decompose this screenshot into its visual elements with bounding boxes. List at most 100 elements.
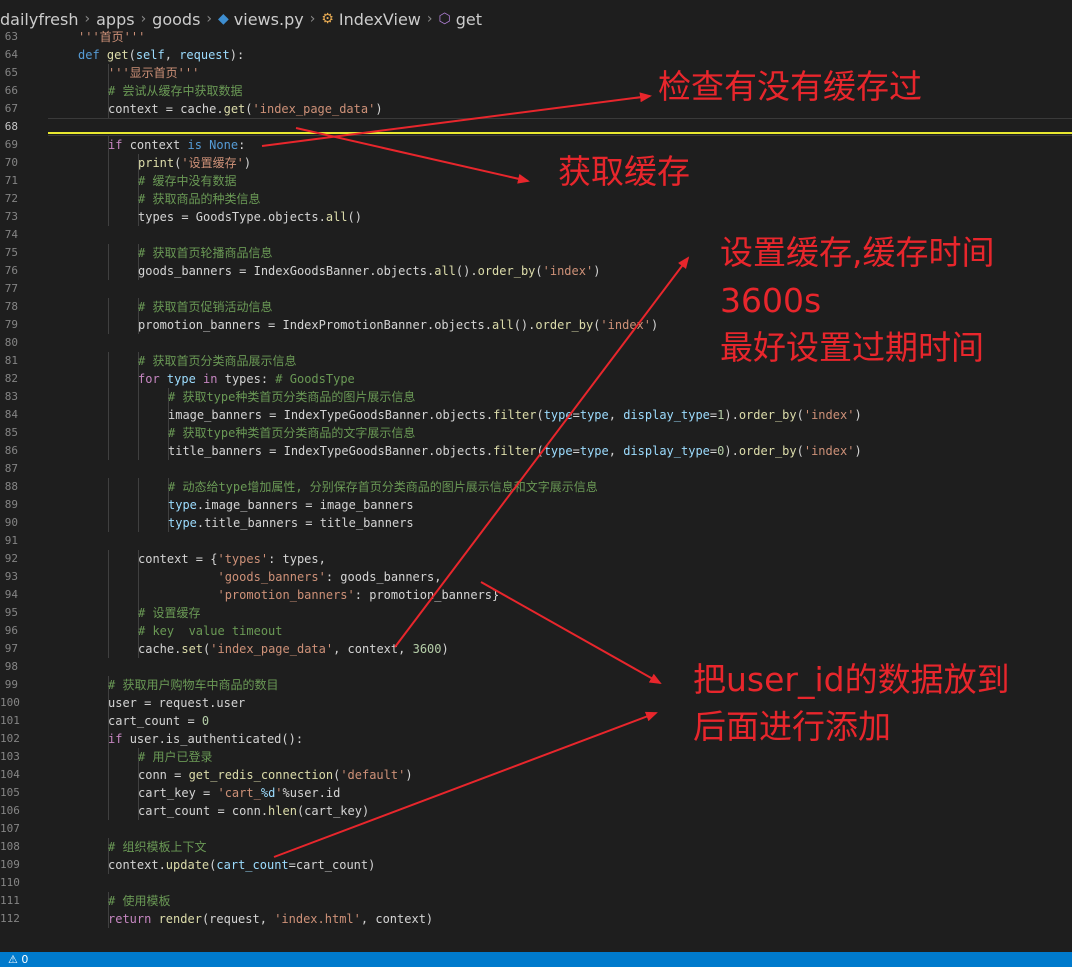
code-line[interactable]: 86 title_banners = IndexTypeGoodsBanner.o… [0,442,1072,460]
code-token: .image_banners = image_banners [196,498,414,512]
code-token: set [181,642,204,656]
code-token: 'index' [542,264,594,278]
code-token: all [434,264,456,278]
code-token: (cart_key) [296,804,370,818]
breadcrumb-item[interactable]: ◆ views.py [218,10,304,29]
code-line[interactable]: 83 # 获取type种类首页分类商品的图片展示信息 [0,388,1072,406]
code-editor[interactable]: 63 '''首页''' 64 def get(self, request): 65 '''… [0,28,1072,952]
code-token: , [608,444,624,458]
code-line[interactable]: 85 # 获取type种类首页分类商品的文字展示信息 [0,424,1072,442]
line-number: 100 [0,696,20,709]
code-token: ( [796,408,804,422]
line-number: 64 [4,48,18,61]
code-line[interactable]: 94 'promotion_banners': promotion_banner… [0,586,1072,604]
code-text: for type in types: # GoodsType [138,370,355,388]
code-token: 'promotion_banners' [217,588,355,602]
line-number: 80 [4,336,18,349]
code-text: return render(request, 'index.html', con… [108,910,433,928]
code-line[interactable]: 91 [0,532,1072,550]
code-line[interactable]: 112 return render(request, 'index.html', … [0,910,1072,928]
code-line[interactable]: 97 cache.set('index_page_data', context, … [0,640,1072,658]
code-line[interactable]: 71 # 缓存中没有数据 [0,172,1072,190]
code-token: %user.id [282,786,341,800]
breadcrumb-item[interactable]: ⚙ IndexView [321,10,421,29]
code-line[interactable]: 69 if context is None: [0,136,1072,154]
code-line[interactable]: 110 [0,874,1072,892]
code-line[interactable]: 101 cart_count = 0 [0,712,1072,730]
annotation-set-cache-line1: 设置缓存,缓存时间 [720,233,995,272]
indent-guide [108,496,109,514]
code-token: 'index_page_data' [210,642,334,656]
line-number: 79 [4,318,18,331]
code-line[interactable]: 73 types = GoodsType.objects.all() [0,208,1072,226]
code-token: '''首页''' [78,30,146,44]
line-number: 85 [4,426,18,439]
line-number: 94 [4,588,18,601]
code-line[interactable]: 102 if user.is_authenticated(): [0,730,1072,748]
indent-guide [108,640,109,658]
code-line[interactable]: 108 # 组织模板上下文 [0,838,1072,856]
code-token: filter [493,408,537,422]
breadcrumb-label: dailyfresh [0,9,79,29]
code-line[interactable]: 90 type.title_banners = title_banners [0,514,1072,532]
breadcrumb-item[interactable]: apps [96,10,134,29]
code-token: # 尝试从缓存中获取数据 [108,84,243,98]
code-line[interactable]: 84 image_banners = IndexTypeGoodsBanner.o… [0,406,1072,424]
code-line[interactable]: 77 [0,280,1072,298]
breadcrumb-item[interactable]: goods [152,10,200,29]
indent-guide [108,622,109,640]
code-line[interactable]: 106 cart_count = conn.hlen(cart_key) [0,802,1072,820]
problems-count[interactable]: ⚠ 0 [8,952,28,967]
code-token: # 组织模板上下文 [108,840,207,854]
code-token: ). [724,408,739,422]
code-token: context = cache. [108,102,224,116]
code-token: ( [535,264,543,278]
code-token: 'index' [600,318,651,332]
code-token: 'index_page_data' [252,102,376,116]
code-token: user.is_authenticated(): [129,732,304,746]
code-line[interactable]: 70 print('设置缓存') [0,154,1072,172]
breadcrumb-item[interactable]: ⬡ get [438,10,482,29]
code-line[interactable]: 64 def get(self, request): [0,46,1072,64]
code-token: ) [651,318,659,332]
code-line[interactable]: 93 'goods_banners': goods_banners, [0,568,1072,586]
line-number: 72 [4,192,18,205]
code-line[interactable]: 78 # 获取首页促销活动信息 [0,298,1072,316]
indent-guide [138,406,139,424]
code-token: .title_banners = title_banners [196,516,414,530]
code-line[interactable]: 105 cart_key = 'cart_%d'%user.id [0,784,1072,802]
code-token: 'goods_banners' [217,570,326,584]
breadcrumb-item[interactable]: dailyfresh [0,10,79,29]
code-line[interactable]: 104 conn = get_redis_connection('default'… [0,766,1072,784]
code-token: # 用户已登录 [138,750,213,764]
breadcrumb-label: apps [96,9,135,29]
code-token: order_by [477,264,536,278]
code-token: get [223,102,246,116]
code-line[interactable]: 95 # 设置缓存 [0,604,1072,622]
line-number: 108 [0,840,20,853]
code-line[interactable]: 72 # 获取商品的种类信息 [0,190,1072,208]
code-line[interactable]: 87 [0,460,1072,478]
code-token: types = GoodsType.objects. [138,210,326,224]
code-line[interactable]: 109 context.update(cart_count=cart_count) [0,856,1072,874]
code-line[interactable]: 88 # 动态给type增加属性, 分别保存首页分类商品的图片展示信息和文字展示信… [0,478,1072,496]
code-line[interactable]: 89 type.image_banners = image_banners [0,496,1072,514]
code-token: # 获取type种类首页分类商品的图片展示信息 [168,390,416,404]
code-line[interactable]: 96 # key value timeout [0,622,1072,640]
code-line[interactable]: 107 [0,820,1072,838]
breadcrumb-separator-icon: › [206,11,213,27]
code-text: title_banners = IndexTypeGoodsBanner.obj… [168,442,862,460]
code-line[interactable]: 103 # 用户已登录 [0,748,1072,766]
code-line[interactable]: 63 '''首页''' [0,28,1072,46]
code-token: : promotion_banners} [354,588,500,602]
code-line[interactable]: 92 context = {'types': types, [0,550,1072,568]
code-token: = [572,408,580,422]
code-token: title_banners = IndexTypeGoodsBanner.obj… [168,444,494,458]
code-text: if user.is_authenticated(): [108,730,303,748]
annotation-get-cache: 获取缓存 [558,152,690,191]
code-line[interactable]: 111 # 使用模板 [0,892,1072,910]
code-token: display_type [623,408,710,422]
indent-guide [108,424,109,442]
code-line[interactable]: 82 for type in types: # GoodsType [0,370,1072,388]
code-text: cart_key = 'cart_%d'%user.id [138,784,340,802]
